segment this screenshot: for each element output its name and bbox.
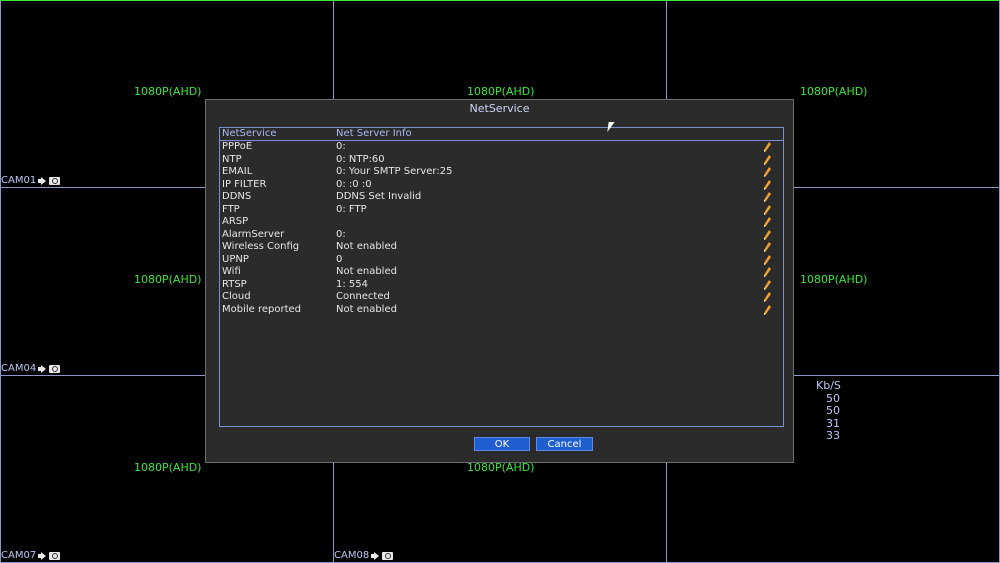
service-name: EMAIL (222, 166, 253, 177)
bitrate-panel: Kb/S 50 50 31 33 (816, 379, 841, 443)
list-item[interactable]: ARSP (220, 216, 783, 229)
list-item[interactable]: Mobile reported Not enabled (220, 304, 783, 317)
service-name: Wifi (222, 266, 241, 277)
camera-name: CAM08 (334, 550, 370, 561)
list-header: NetService Net Server Info (220, 128, 783, 141)
resolution-label: 1080P(AHD) (800, 85, 868, 98)
camera-name: CAM04 (1, 363, 37, 374)
service-list: NetService Net Server Info PPPoE 0: NTP 0: … (219, 127, 784, 427)
list-item[interactable]: DDNS DDNS Set Invalid (220, 191, 783, 204)
service-info: Not enabled (336, 266, 397, 277)
edit-pencil-icon[interactable] (764, 167, 771, 177)
column-header-service: NetService (222, 128, 277, 139)
list-item[interactable]: Wireless Config Not enabled (220, 241, 783, 254)
speaker-icon (371, 551, 380, 560)
camera-name: CAM01 (1, 175, 37, 186)
record-icon (49, 364, 61, 373)
service-name: Cloud (222, 291, 251, 302)
service-info: 0 (336, 253, 343, 265)
service-info: 0: FTP (336, 203, 367, 215)
edit-pencil-icon[interactable] (764, 142, 771, 152)
netservice-dialog: NetService NetService Net Server Info PP… (205, 99, 794, 463)
service-info: Not enabled (336, 241, 397, 252)
record-icon (49, 551, 61, 560)
service-name: PPPoE (222, 141, 253, 152)
camera-label: CAM08 (334, 550, 394, 561)
bitrate-value: 50 (826, 404, 840, 417)
edit-pencil-icon[interactable] (764, 229, 771, 240)
edit-pencil-icon[interactable] (764, 279, 771, 290)
camera-label: CAM01 (1, 175, 61, 186)
service-name: DDNS (222, 191, 252, 202)
camera-label: CAM07 (1, 550, 61, 561)
list-item[interactable]: PPPoE 0: (220, 141, 783, 154)
service-info: 0: (336, 228, 346, 240)
service-name: Wireless Config (222, 241, 300, 252)
list-item[interactable]: EMAIL 0: Your SMTP Server:25 (220, 166, 783, 179)
edit-pencil-icon[interactable] (764, 304, 771, 315)
edit-pencil-icon[interactable] (764, 254, 771, 265)
resolution-label: 1080P(AHD) (134, 273, 202, 286)
bitrate-header: Kb/S (816, 379, 841, 392)
resolution-label: 1080P(AHD) (800, 273, 868, 286)
edit-pencil-icon[interactable] (764, 179, 771, 190)
edit-pencil-icon[interactable] (764, 292, 771, 302)
list-item[interactable]: AlarmServer 0: (220, 229, 783, 242)
record-icon (382, 551, 394, 560)
service-name: IP FILTER (222, 178, 267, 190)
cancel-button[interactable]: Cancel (536, 437, 593, 451)
service-info: 0: :0 :0 (336, 178, 372, 190)
service-info: DDNS Set Invalid (336, 191, 422, 202)
bitrate-value: 33 (826, 429, 840, 442)
service-info: Not enabled (336, 303, 397, 315)
list-item[interactable]: UPNP 0 (220, 254, 783, 267)
service-name: NTP (222, 153, 242, 165)
service-info: 0: NTP:60 (336, 153, 385, 165)
camera-name: CAM07 (1, 550, 37, 561)
list-item[interactable]: FTP 0: FTP (220, 204, 783, 217)
service-name: RTSP (222, 278, 247, 290)
resolution-label: 1080P(AHD) (467, 85, 535, 98)
service-info: 0: Your SMTP Server:25 (336, 166, 453, 177)
service-info: 1: 554 (336, 278, 368, 290)
list-item[interactable]: RTSP 1: 554 (220, 279, 783, 292)
service-info: 0: (336, 141, 346, 152)
list-item[interactable]: Cloud Connected (220, 291, 783, 304)
service-name: ARSP (222, 216, 249, 227)
speaker-icon (38, 176, 47, 185)
list-item[interactable]: Wifi Not enabled (220, 266, 783, 279)
speaker-icon (38, 551, 47, 560)
edit-pencil-icon[interactable] (764, 267, 771, 277)
edit-pencil-icon[interactable] (764, 217, 771, 227)
service-name: UPNP (222, 253, 249, 265)
service-name: Mobile reported (222, 303, 302, 315)
resolution-label: 1080P(AHD) (134, 85, 202, 98)
service-name: AlarmServer (222, 228, 285, 240)
service-name: FTP (222, 203, 240, 215)
edit-pencil-icon[interactable] (764, 204, 771, 215)
ok-button[interactable]: OK (474, 437, 530, 451)
list-item[interactable]: NTP 0: NTP:60 (220, 154, 783, 167)
column-header-info: Net Server Info (336, 128, 412, 139)
service-info: Connected (336, 291, 390, 302)
dialog-title: NetService (469, 102, 530, 115)
resolution-label: 1080P(AHD) (134, 461, 202, 474)
edit-pencil-icon[interactable] (764, 242, 771, 252)
edit-pencil-icon[interactable] (764, 154, 771, 165)
speaker-icon (38, 364, 47, 373)
camera-label: CAM04 (1, 363, 61, 374)
list-item[interactable]: IP FILTER 0: :0 :0 (220, 179, 783, 192)
edit-pencil-icon[interactable] (764, 192, 771, 202)
record-icon (49, 176, 61, 185)
